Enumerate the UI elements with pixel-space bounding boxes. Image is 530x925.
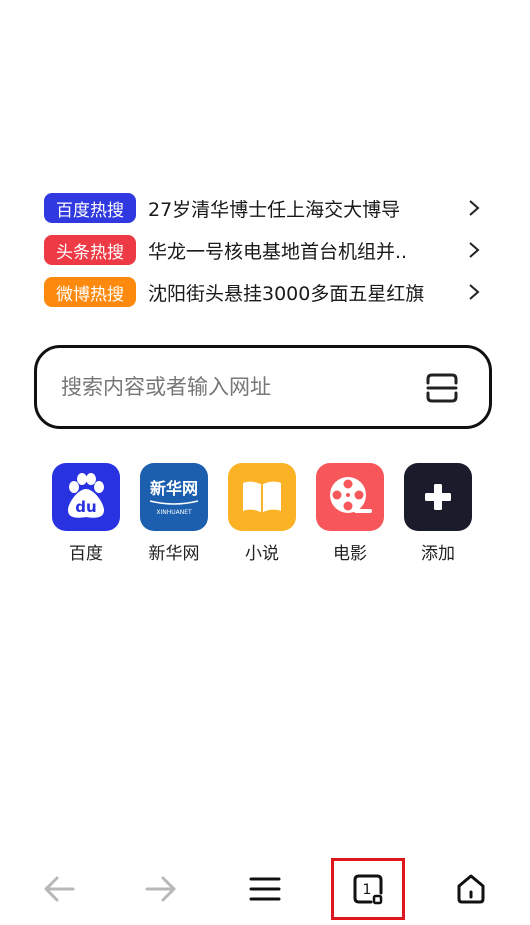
quick-link-label: 新华网: [148, 544, 200, 564]
chevron-right-icon: [464, 240, 484, 260]
hot-search-item-weibo[interactable]: 微博热搜 沈阳街头悬挂3000多面五星红旗: [44, 276, 484, 308]
quick-link-add[interactable]: 添加: [404, 463, 472, 564]
quick-link-novel[interactable]: 小说: [228, 463, 296, 564]
book-icon: [228, 463, 296, 531]
hot-search-list: 百度热搜 27岁清华博士任上海交大博导 头条热搜 华龙一号核电基地首台机组并..…: [44, 192, 484, 318]
weibo-hot-badge: 微博热搜: [44, 277, 136, 307]
xinhua-icon-subtext: XINHUANET: [156, 509, 192, 516]
browser-home-page: 百度热搜 27岁清华博士任上海交大博导 头条热搜 华龙一号核电基地首台机组并..…: [0, 0, 530, 925]
xinhua-icon-text: 新华网: [150, 479, 198, 498]
quick-link-label: 电影: [333, 544, 367, 564]
baidu-icon-text: du: [75, 498, 96, 516]
menu-icon[interactable]: [235, 858, 295, 920]
quick-link-label: 百度: [69, 544, 103, 564]
hot-search-text: 华龙一号核电基地首台机组并..: [148, 240, 408, 263]
baidu-hot-badge: 百度热搜: [44, 193, 136, 223]
quick-link-movie[interactable]: 电影: [316, 463, 384, 564]
bottom-nav-bar: 1: [0, 858, 530, 922]
search-input[interactable]: [59, 374, 403, 400]
xinhua-logo-icon: 新华网 XINHUANET: [140, 463, 208, 531]
baidu-paw-icon: du: [52, 463, 120, 531]
hot-search-item-baidu[interactable]: 百度热搜 27岁清华博士任上海交大博导: [44, 192, 484, 224]
search-box: [34, 345, 492, 429]
forward-arrow-icon[interactable]: [131, 858, 191, 920]
plus-icon: [404, 463, 472, 531]
toutiao-hot-badge: 头条热搜: [44, 235, 136, 265]
chevron-right-icon: [464, 282, 484, 302]
chevron-right-icon: [464, 198, 484, 218]
tabs-button-highlight: [331, 858, 405, 920]
scan-icon[interactable]: [425, 372, 459, 404]
back-arrow-icon[interactable]: [29, 858, 89, 920]
home-icon[interactable]: [441, 858, 501, 920]
hot-search-text: 沈阳街头悬挂3000多面五星红旗: [148, 282, 425, 305]
hot-search-text: 27岁清华博士任上海交大博导: [148, 198, 401, 221]
quick-link-label: 小说: [245, 544, 279, 564]
quick-links: du 百度 新华网 XINHUANET 新华网 小说 电影 添加: [52, 463, 492, 564]
quick-link-baidu[interactable]: du 百度: [52, 463, 120, 564]
film-reel-icon: [316, 463, 384, 531]
quick-link-label: 添加: [421, 544, 455, 564]
hot-search-item-toutiao[interactable]: 头条热搜 华龙一号核电基地首台机组并..: [44, 234, 484, 266]
quick-link-xinhua[interactable]: 新华网 XINHUANET 新华网: [140, 463, 208, 564]
